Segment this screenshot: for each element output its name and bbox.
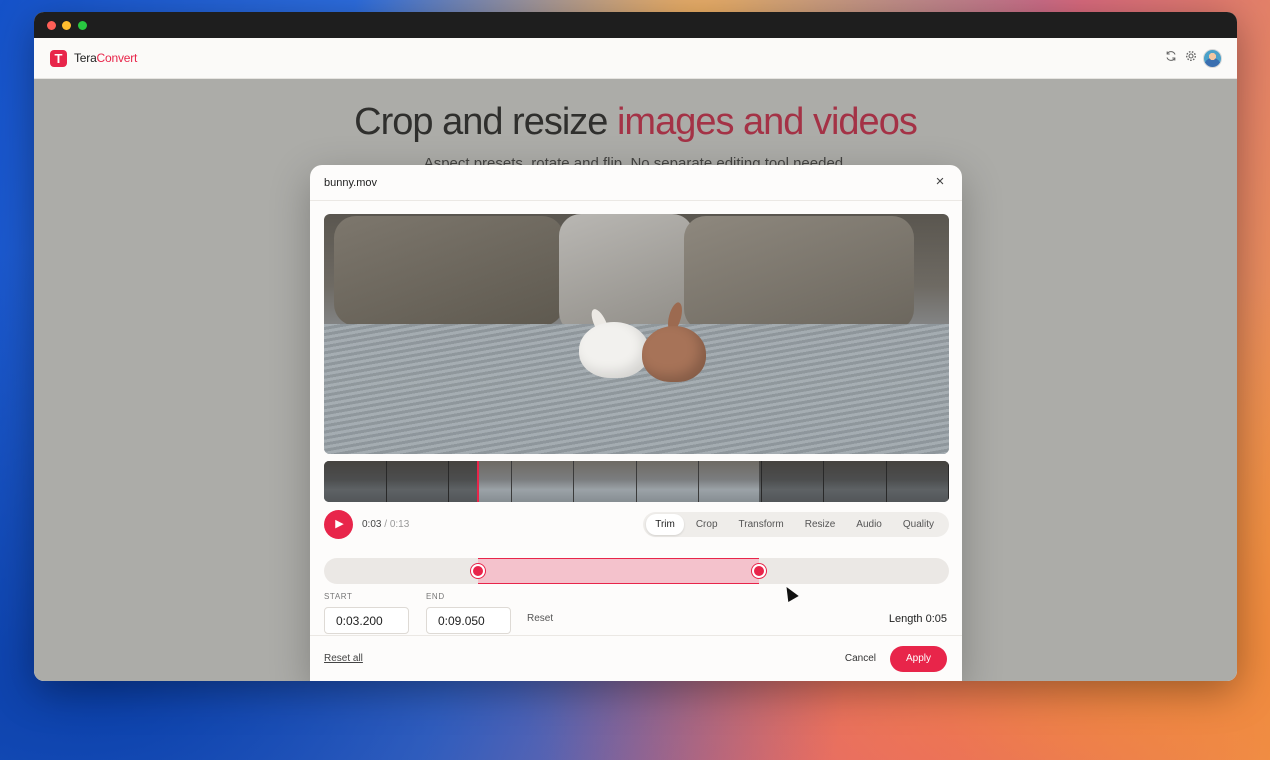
time-separator: / [381, 519, 390, 530]
trim-selected-range[interactable] [477, 558, 760, 584]
video-preview[interactable] [324, 214, 949, 454]
cancel-button[interactable]: Cancel [845, 653, 876, 664]
tab-resize[interactable]: Resize [796, 514, 845, 535]
title-bar [34, 12, 1237, 38]
current-time: 0:03 [362, 519, 382, 530]
video-frame-detail [579, 322, 649, 378]
video-frame-detail [684, 216, 914, 331]
end-time-input[interactable] [426, 607, 511, 634]
filmstrip-frame [574, 461, 637, 502]
refresh-icon[interactable] [1163, 50, 1179, 66]
dialog-footer: Reset all Cancel Apply [310, 635, 962, 681]
tab-trim[interactable]: Trim [646, 514, 684, 535]
app-window: T TeraConvert Crop and resize images and… [34, 12, 1237, 681]
tab-transform[interactable]: Transform [730, 514, 793, 535]
minimize-window-button[interactable] [62, 21, 71, 30]
dialog-title: bunny.mov [324, 177, 377, 189]
start-label: START [324, 592, 353, 601]
start-time-input[interactable] [324, 607, 409, 634]
reset-trim-button[interactable]: Reset [527, 613, 553, 624]
time-display: 0:03 / 0:13 [362, 519, 409, 530]
edit-dialog: bunny.mov × ▶ 0:03 / 0:13 Trim Crop Tran… [310, 165, 962, 681]
trim-length: Length 0:05 [888, 613, 947, 625]
playhead[interactable] [476, 461, 479, 502]
reset-all-button[interactable]: Reset all [324, 653, 363, 664]
app-name-accent: Convert [96, 51, 138, 65]
app-header: T TeraConvert [34, 38, 1237, 79]
trim-slider[interactable] [324, 558, 949, 584]
filmstrip-excluded-right [759, 461, 949, 502]
gear-icon[interactable] [1183, 50, 1199, 66]
apply-button[interactable]: Apply [890, 646, 947, 672]
app-logo[interactable]: TeraConvert [74, 51, 137, 65]
filmstrip[interactable] [324, 461, 949, 502]
edit-tabs: Trim Crop Transform Resize Audio Quality [643, 512, 949, 537]
dialog-header: bunny.mov × [310, 165, 962, 201]
close-window-button[interactable] [47, 21, 56, 30]
filmstrip-frame [511, 461, 574, 502]
total-time: 0:13 [389, 519, 410, 530]
trim-start-handle[interactable] [470, 564, 485, 578]
tab-audio[interactable]: Audio [847, 514, 891, 535]
tab-quality[interactable]: Quality [894, 514, 943, 535]
playback-controls: ▶ 0:03 / 0:13 Trim Crop Transform Resize… [324, 510, 949, 539]
video-frame-detail [642, 326, 706, 382]
filmstrip-frame [699, 461, 762, 502]
play-button[interactable]: ▶ [324, 510, 353, 539]
filmstrip-frame [636, 461, 699, 502]
trim-end-handle[interactable] [752, 564, 767, 578]
tab-crop[interactable]: Crop [687, 514, 727, 535]
close-icon[interactable]: × [932, 174, 948, 190]
maximize-window-button[interactable] [78, 21, 87, 30]
end-label: END [426, 592, 445, 601]
filmstrip-excluded-left [324, 461, 478, 502]
app-name-prefix: Tera [74, 51, 97, 65]
logo-icon: T [50, 50, 67, 67]
video-frame-detail [334, 216, 564, 326]
avatar[interactable] [1203, 49, 1222, 68]
